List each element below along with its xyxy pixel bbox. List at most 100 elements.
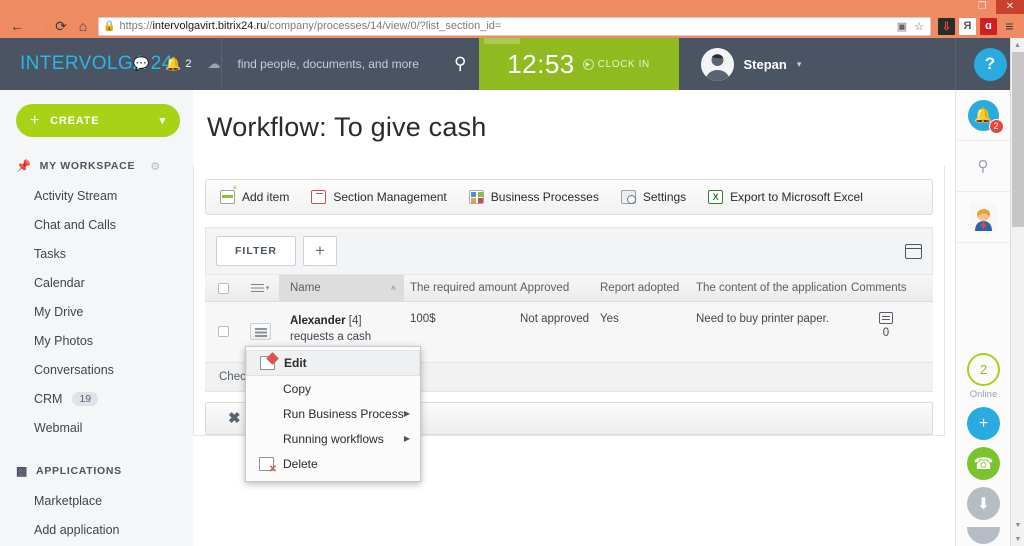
sidebar-item-tasks[interactable]: Tasks — [0, 239, 193, 268]
sidebar-item-calendar[interactable]: Calendar — [0, 268, 193, 297]
search-icon[interactable]: ⚲ — [978, 157, 989, 175]
select-all-header[interactable] — [205, 275, 241, 302]
context-menu-item-run-business-process[interactable]: Run Business Process ▶ — [246, 401, 420, 426]
collapse-rail-button[interactable] — [967, 527, 1000, 544]
sidebar-item-label: Activity Stream — [34, 188, 118, 203]
opera-extension-icon[interactable]: ɑ — [980, 17, 997, 35]
sidebar-item-activity-stream[interactable]: Activity Stream — [0, 181, 193, 210]
help-button[interactable]: ? — [973, 47, 1007, 81]
left-sidebar: + CREATE ▾ 📌 MY WORKSPACE ⚙ Activity Str… — [0, 90, 193, 546]
online-count-badge[interactable]: 2 — [967, 353, 1000, 386]
column-header-approved[interactable]: Approved — [520, 275, 600, 302]
settings-button[interactable]: Settings — [620, 190, 686, 204]
cell-report: Yes — [600, 313, 619, 325]
row-select-cell[interactable] — [205, 302, 241, 362]
address-bar[interactable]: 🔒 https://intervolgavirt.bitrix24.ru/com… — [98, 16, 931, 36]
gear-icon[interactable]: ⚙ — [150, 160, 161, 173]
sidebar-item-my-photos[interactable]: My Photos — [0, 326, 193, 355]
cell-approved: Not approved — [520, 313, 590, 325]
cell-comments[interactable]: 0 — [851, 302, 921, 362]
global-search[interactable]: find people, documents, and more ⚲ — [220, 38, 520, 90]
clock-in-button[interactable]: ▶ CLOCK IN — [582, 58, 650, 70]
browser-titlebar: ❐ ✕ — [0, 0, 1024, 14]
user-menu[interactable]: Stepan ▾ — [679, 38, 956, 90]
business-processes-button[interactable]: Business Processes — [468, 190, 599, 204]
scroll-up-button[interactable]: ▲ — [1011, 38, 1024, 52]
call-button[interactable]: ☎ — [967, 447, 1000, 480]
context-menu-item-delete[interactable]: Delete — [246, 451, 420, 476]
avatar[interactable] — [700, 47, 734, 81]
bell-icon[interactable]: 🔔 2 — [967, 99, 1004, 134]
download-button[interactable]: ⬇ — [967, 487, 1000, 520]
forward-arrow-icon[interactable]: → — [28, 15, 50, 37]
translate-icon[interactable]: ▣ — [895, 19, 909, 33]
sidebar-item-chat-and-calls[interactable]: Chat and Calls — [0, 210, 193, 239]
column-header-report[interactable]: Report adopted — [600, 275, 696, 302]
url-text: https://intervolgavirt.bitrix24.ru/compa… — [119, 20, 502, 32]
column-header-application[interactable]: The content of the application — [696, 275, 851, 302]
chat-icon[interactable]: 💬 — [133, 56, 149, 72]
sidebar-item-crm[interactable]: CRM 19 — [0, 384, 193, 413]
context-menu-item-running-workflows[interactable]: Running workflows ▶ — [246, 426, 420, 451]
chrome-menu-icon[interactable]: ≡ — [1001, 18, 1018, 35]
grid-menu-header[interactable]: ▾ — [241, 275, 279, 302]
scroll-down-button[interactable]: ▼ — [1011, 518, 1024, 532]
home-icon[interactable]: ⌂ — [72, 15, 94, 37]
restore-window-button[interactable]: ❐ — [968, 0, 996, 14]
grid-menu-icon — [250, 283, 264, 293]
bell-icon[interactable]: 🔔 2 — [165, 56, 191, 72]
sidebar-item-webmail[interactable]: Webmail — [0, 413, 193, 442]
reload-icon[interactable]: ⟳ — [50, 15, 72, 37]
pdf-extension-icon[interactable]: ⇩ — [938, 17, 955, 35]
export-excel-button[interactable]: Export to Microsoft Excel — [708, 190, 863, 204]
sidebar-item-marketplace[interactable]: Marketplace — [0, 486, 193, 515]
yandex-extension-icon[interactable]: Я — [959, 17, 976, 35]
select-all-checkbox[interactable] — [217, 282, 229, 294]
back-arrow-icon[interactable]: ← — [6, 15, 28, 37]
close-window-button[interactable]: ✕ — [996, 0, 1024, 14]
scroll-bottom-button[interactable]: ▼ — [1011, 532, 1024, 546]
sidebar-item-label: Tasks — [34, 246, 66, 261]
avatar-image — [700, 47, 734, 81]
filter-button[interactable]: FILTER — [216, 236, 296, 266]
sidebar-section-my-workspace[interactable]: 📌 MY WORKSPACE ⚙ — [0, 151, 193, 181]
row-menu-button[interactable] — [249, 323, 271, 341]
section-management-button[interactable]: Section Management — [311, 190, 447, 204]
plus-icon: + — [30, 111, 41, 129]
search-input[interactable]: find people, documents, and more — [238, 57, 455, 71]
star-icon[interactable]: ☆ — [912, 19, 926, 33]
search-icon[interactable]: ⚲ — [454, 54, 466, 74]
add-filter-button[interactable]: + — [302, 236, 337, 266]
context-menu-item-copy[interactable]: Copy — [246, 376, 420, 401]
chevron-down-icon[interactable]: ▾ — [797, 59, 802, 70]
notifications-cell[interactable]: 🔔 2 — [956, 90, 1010, 141]
column-header-comments[interactable]: Comments — [851, 275, 921, 302]
column-header-amount[interactable]: The required amount — [404, 275, 520, 302]
page-scrollbar[interactable]: ▲ ▼ ▼ — [1010, 38, 1024, 546]
sidebar-item-add-application[interactable]: Add application — [0, 515, 193, 544]
bell-count: 2 — [988, 118, 1004, 134]
sidebar-item-my-drive[interactable]: My Drive — [0, 297, 193, 326]
user-avatar-icon[interactable] — [969, 203, 997, 231]
sidebar-item-label: Conversations — [34, 362, 114, 377]
sidebar-item-conversations[interactable]: Conversations — [0, 355, 193, 384]
close-icon[interactable]: ✖ — [228, 409, 241, 427]
create-button[interactable]: + CREATE ▾ — [16, 104, 180, 137]
add-item-button[interactable]: Add item — [220, 184, 289, 204]
filter-bar: FILTER + — [205, 227, 933, 275]
contact-cell[interactable] — [956, 192, 1010, 243]
clock-in-widget[interactable]: 12:53 ▶ CLOCK IN — [478, 38, 679, 90]
sidebar-item-label: Add application — [34, 522, 120, 537]
column-header-name[interactable]: Name ˄ — [279, 274, 404, 302]
invite-button[interactable]: + — [967, 407, 1000, 440]
row-checkbox[interactable] — [217, 326, 229, 338]
sidebar-section-applications[interactable]: ▩ APPLICATIONS — [0, 456, 193, 486]
cloud-icon[interactable]: ☁ — [208, 56, 221, 72]
scrollbar-thumb[interactable] — [1012, 52, 1024, 227]
context-menu-item-edit[interactable]: Edit — [246, 350, 420, 376]
browser-navbar: ← → ⟳ ⌂ 🔒 https://intervolgavirt.bitrix2… — [0, 14, 1024, 38]
sidebar-item-label: My Drive — [34, 304, 84, 319]
view-mode-icon[interactable] — [905, 243, 922, 259]
search-cell[interactable]: ⚲ — [956, 141, 1010, 192]
pin-icon: 📌 — [16, 159, 32, 173]
